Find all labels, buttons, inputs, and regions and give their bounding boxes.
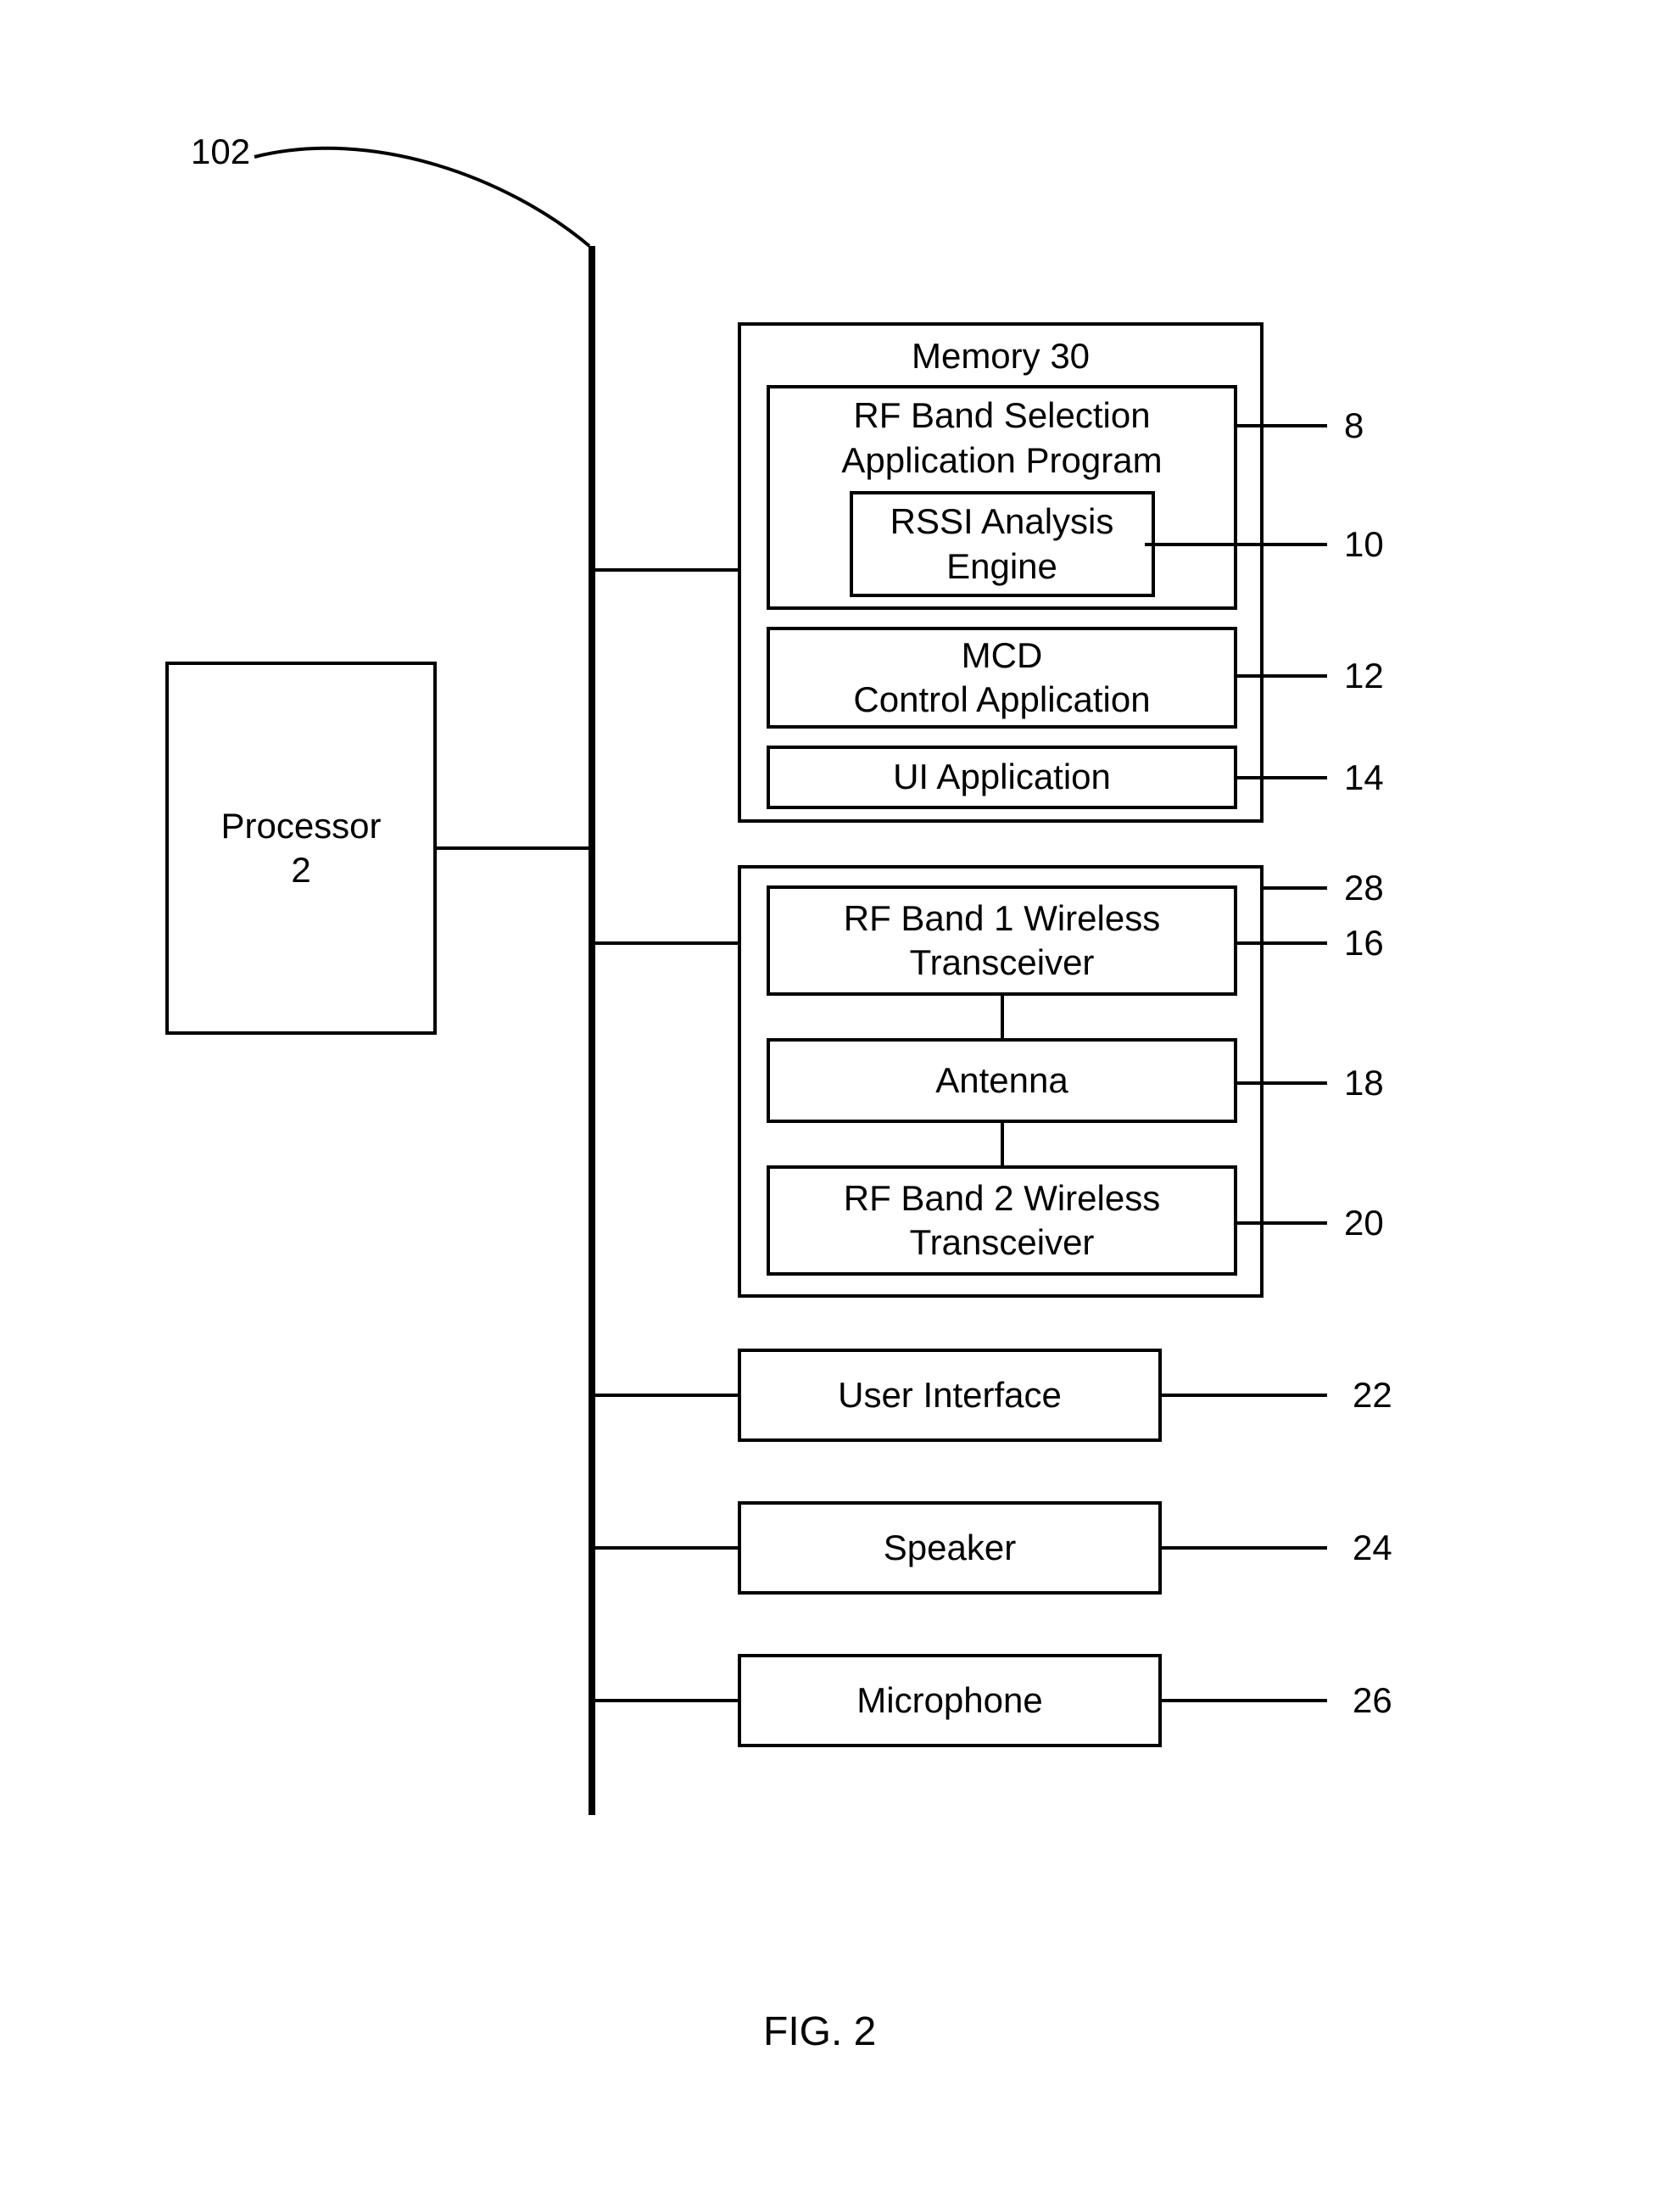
leader-12 xyxy=(1234,674,1327,678)
rf-sel-line2: Application Program xyxy=(841,440,1162,480)
speaker-label: Speaker xyxy=(884,1526,1016,1571)
connector-rf1-antenna xyxy=(1001,996,1004,1038)
rf1-line2: Transceiver xyxy=(910,941,1095,986)
leader-24 xyxy=(1162,1546,1327,1550)
leader-22 xyxy=(1162,1394,1327,1397)
processor-block: Processor 2 xyxy=(165,662,437,1035)
refnum-rssi: 10 xyxy=(1344,524,1384,565)
leader-8 xyxy=(1234,424,1327,427)
diagram-page: 102 Processor 2 Memory 30 RF Band Select… xyxy=(0,0,1668,2212)
connector-bus-wireless xyxy=(595,941,738,945)
user-interface-label: User Interface xyxy=(838,1373,1062,1418)
leader-26 xyxy=(1162,1699,1327,1702)
refnum-rf1: 16 xyxy=(1344,923,1384,964)
processor-label-line1: Processor xyxy=(220,804,381,849)
rf2-line2: Transceiver xyxy=(910,1221,1095,1265)
antenna-label: Antenna xyxy=(935,1059,1068,1103)
speaker-block: Speaker xyxy=(738,1501,1162,1595)
memory-title: Memory 30 xyxy=(741,334,1260,379)
rf-band1-transceiver: RF Band 1 Wireless Transceiver xyxy=(767,885,1237,996)
leader-28 xyxy=(1264,886,1327,890)
leader-14 xyxy=(1234,776,1327,779)
figure-caption: FIG. 2 xyxy=(763,2010,876,2055)
connector-processor-bus xyxy=(437,846,589,850)
ui-application: UI Application xyxy=(767,746,1237,809)
leader-20 xyxy=(1234,1221,1327,1225)
refnum-wireless-block: 28 xyxy=(1344,868,1384,908)
memory-block: Memory 30 RF Band Selection Application … xyxy=(738,322,1264,823)
leader-10 xyxy=(1145,543,1327,546)
rssi-analysis-engine: RSSI Analysis Engine xyxy=(850,491,1155,597)
rf-band-selection-program: RF Band Selection Application Program RS… xyxy=(767,385,1237,610)
refnum-rf2: 20 xyxy=(1344,1203,1384,1243)
processor-label-line2: 2 xyxy=(291,848,310,893)
leader-curve-102 xyxy=(254,144,611,263)
rssi-line2: Engine xyxy=(946,545,1057,589)
connector-bus-microphone xyxy=(595,1699,738,1702)
refnum-system: 102 xyxy=(191,131,250,172)
rssi-line1: RSSI Analysis xyxy=(890,500,1114,545)
refnum-mcd: 12 xyxy=(1344,656,1384,696)
refnum-speaker: 24 xyxy=(1353,1528,1392,1568)
leader-18 xyxy=(1234,1081,1327,1085)
microphone-block: Microphone xyxy=(738,1654,1162,1747)
refnum-microphone: 26 xyxy=(1353,1680,1392,1721)
mcd-line1: MCD xyxy=(962,634,1043,679)
refnum-rf-sel: 8 xyxy=(1344,405,1364,446)
leader-16 xyxy=(1234,941,1327,945)
rf1-line1: RF Band 1 Wireless xyxy=(844,897,1160,941)
connector-bus-memory xyxy=(595,568,738,572)
system-bus xyxy=(589,246,595,1815)
mcd-line2: Control Application xyxy=(853,678,1150,723)
rf-band2-transceiver: RF Band 2 Wireless Transceiver xyxy=(767,1165,1237,1276)
refnum-user-if: 22 xyxy=(1353,1375,1392,1416)
wireless-block: RF Band 1 Wireless Transceiver Antenna R… xyxy=(738,865,1264,1298)
mcd-control-application: MCD Control Application xyxy=(767,627,1237,729)
connector-bus-userif xyxy=(595,1394,738,1397)
refnum-ui-app: 14 xyxy=(1344,757,1384,798)
user-interface-block: User Interface xyxy=(738,1349,1162,1442)
microphone-label: Microphone xyxy=(856,1679,1042,1723)
antenna-block: Antenna xyxy=(767,1038,1237,1123)
connector-bus-speaker xyxy=(595,1546,738,1550)
ui-app-label: UI Application xyxy=(893,755,1111,800)
connector-antenna-rf2 xyxy=(1001,1123,1004,1165)
rf-sel-line1: RF Band Selection xyxy=(853,395,1150,435)
rf2-line1: RF Band 2 Wireless xyxy=(844,1176,1160,1221)
refnum-antenna: 18 xyxy=(1344,1063,1384,1103)
